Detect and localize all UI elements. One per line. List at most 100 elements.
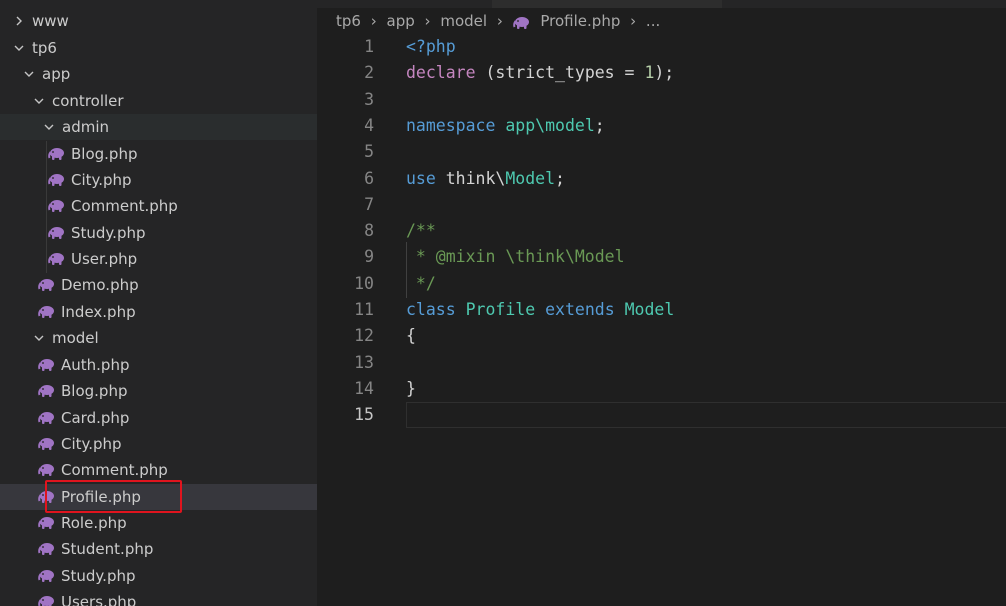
code-line[interactable]: 12 { bbox=[317, 323, 1006, 349]
code-token: namespace bbox=[406, 116, 496, 135]
code-text: class Profile extends Model bbox=[406, 297, 674, 323]
code-token: Model bbox=[505, 169, 556, 188]
code-token: ; bbox=[594, 116, 605, 135]
code-line[interactable]: 11 class Profile extends Model bbox=[317, 297, 1006, 323]
code-text: use think\Model; bbox=[406, 166, 565, 192]
editor-tab[interactable] bbox=[492, 0, 722, 8]
php-elephant-icon bbox=[38, 437, 56, 451]
tree-file[interactable]: Profile.php bbox=[0, 484, 317, 510]
tree-file[interactable]: Demo.php bbox=[0, 272, 317, 298]
breadcrumb-item-app[interactable]: app bbox=[387, 10, 415, 32]
code-token: app\model bbox=[505, 116, 595, 135]
code-token: use bbox=[406, 169, 436, 188]
tree-item-label: controller bbox=[52, 92, 124, 110]
code-area[interactable]: 1 <?php 2 declare (strict_types = 1); 3 4 name… bbox=[317, 34, 1006, 606]
tree-file[interactable]: Role.php bbox=[0, 510, 317, 536]
code-text: } bbox=[406, 376, 416, 402]
tree-file[interactable]: Blog.php bbox=[0, 378, 317, 404]
tree-item-label: City.php bbox=[71, 171, 132, 189]
php-elephant-icon bbox=[38, 411, 56, 425]
tree-item-label: City.php bbox=[61, 435, 122, 453]
code-text: { bbox=[406, 323, 416, 349]
code-token: (strict_types = bbox=[475, 63, 645, 82]
tree-file[interactable]: Blog.php bbox=[0, 141, 317, 167]
line-number: 11 bbox=[354, 300, 374, 319]
code-token: ; bbox=[555, 169, 565, 188]
tree-item-label: app bbox=[42, 65, 71, 83]
php-elephant-icon bbox=[38, 516, 56, 530]
php-elephant-icon bbox=[512, 14, 531, 36]
tree-file[interactable]: User.php bbox=[0, 246, 317, 272]
code-line[interactable]: 13 bbox=[317, 350, 1006, 376]
tree-item-label: Role.php bbox=[61, 514, 127, 532]
chevron-down-icon bbox=[33, 95, 45, 107]
breadcrumb-item-file[interactable]: Profile.php bbox=[540, 10, 620, 32]
php-elephant-icon bbox=[38, 463, 56, 477]
php-elephant-icon bbox=[38, 358, 56, 372]
php-elephant-icon bbox=[38, 384, 56, 398]
code-line[interactable]: 3 bbox=[317, 87, 1006, 113]
line-number: 4 bbox=[364, 116, 374, 135]
line-number: 6 bbox=[364, 169, 374, 188]
tree-folder[interactable]: www bbox=[0, 8, 317, 34]
code-line[interactable]: 7 bbox=[317, 192, 1006, 218]
code-token: declare bbox=[406, 63, 476, 82]
tree-file[interactable]: Users.php bbox=[0, 589, 317, 606]
tree-item-label: Blog.php bbox=[71, 145, 138, 163]
breadcrumb-item-tp6[interactable]: tp6 bbox=[336, 10, 361, 32]
tree-item-label: www bbox=[32, 12, 69, 30]
code-text: <?php bbox=[406, 34, 456, 60]
tree-file[interactable]: Comment.php bbox=[0, 193, 317, 219]
code-line[interactable]: 2 declare (strict_types = 1); bbox=[317, 60, 1006, 86]
line-number: 5 bbox=[364, 142, 374, 161]
tree-file[interactable]: City.php bbox=[0, 431, 317, 457]
code-line[interactable]: 4 namespace app\model; bbox=[317, 113, 1006, 139]
tree-file[interactable]: Study.php bbox=[0, 220, 317, 246]
editor-pane: tp6 › app › model › Profile.php › ... 1 <… bbox=[317, 0, 1006, 606]
tree-item-label: tp6 bbox=[32, 39, 57, 57]
tree-file[interactable]: Study.php bbox=[0, 563, 317, 589]
code-text: namespace app\model; bbox=[406, 113, 605, 139]
tree-file[interactable]: Auth.php bbox=[0, 352, 317, 378]
tree-folder[interactable]: tp6 bbox=[0, 35, 317, 61]
code-line[interactable]: 14} bbox=[317, 376, 1006, 402]
code-line[interactable]: 10 */ bbox=[317, 271, 1006, 297]
tree-file[interactable]: City.php bbox=[0, 167, 317, 193]
tree-item-label: User.php bbox=[71, 250, 138, 268]
tree-folder[interactable]: controller bbox=[0, 88, 317, 114]
chevron-right-icon: › bbox=[370, 12, 377, 30]
chevron-right-icon: › bbox=[424, 12, 431, 30]
tree-folder[interactable]: app bbox=[0, 61, 317, 87]
line-number: 8 bbox=[364, 221, 374, 240]
tree-item-label: Index.php bbox=[61, 303, 136, 321]
code-token: Model bbox=[624, 300, 675, 319]
line-number: 9 bbox=[364, 247, 374, 266]
code-line[interactable]: 9 * @mixin \think\Model bbox=[317, 244, 1006, 270]
chevron-down-icon bbox=[33, 332, 45, 344]
tree-file[interactable]: Card.php bbox=[0, 405, 317, 431]
chevron-right-icon: › bbox=[630, 12, 637, 30]
tree-item-label: Blog.php bbox=[61, 382, 128, 400]
vscode-window: Users.php Study.php Student.php Role.php Pro… bbox=[0, 0, 1006, 606]
tree-file[interactable]: Comment.php bbox=[0, 457, 317, 483]
tree-file[interactable]: Student.php bbox=[0, 536, 317, 562]
explorer-sidebar: Users.php Study.php Student.php Role.php Pro… bbox=[0, 0, 317, 606]
breadcrumb-more[interactable]: ... bbox=[646, 10, 660, 32]
code-line[interactable]: 6 use think\Model; bbox=[317, 166, 1006, 192]
breadcrumb-item-model[interactable]: model bbox=[440, 10, 487, 32]
tree-file[interactable]: Index.php bbox=[0, 299, 317, 325]
code-text: declare (strict_types = 1); bbox=[406, 60, 674, 86]
code-line[interactable]: 8 /** bbox=[317, 218, 1006, 244]
php-elephant-icon bbox=[48, 252, 66, 266]
code-token: */ bbox=[406, 274, 436, 293]
code-line[interactable]: 15 bbox=[317, 402, 1006, 428]
tree-folder[interactable]: admin bbox=[0, 114, 317, 140]
code-line[interactable]: 5 bbox=[317, 139, 1006, 165]
line-number: 15 bbox=[354, 405, 374, 424]
code-line[interactable]: 1 <?php bbox=[317, 34, 1006, 60]
tree-folder[interactable]: model bbox=[0, 325, 317, 351]
php-elephant-icon bbox=[38, 278, 56, 292]
tree-item-label: Comment.php bbox=[61, 461, 168, 479]
